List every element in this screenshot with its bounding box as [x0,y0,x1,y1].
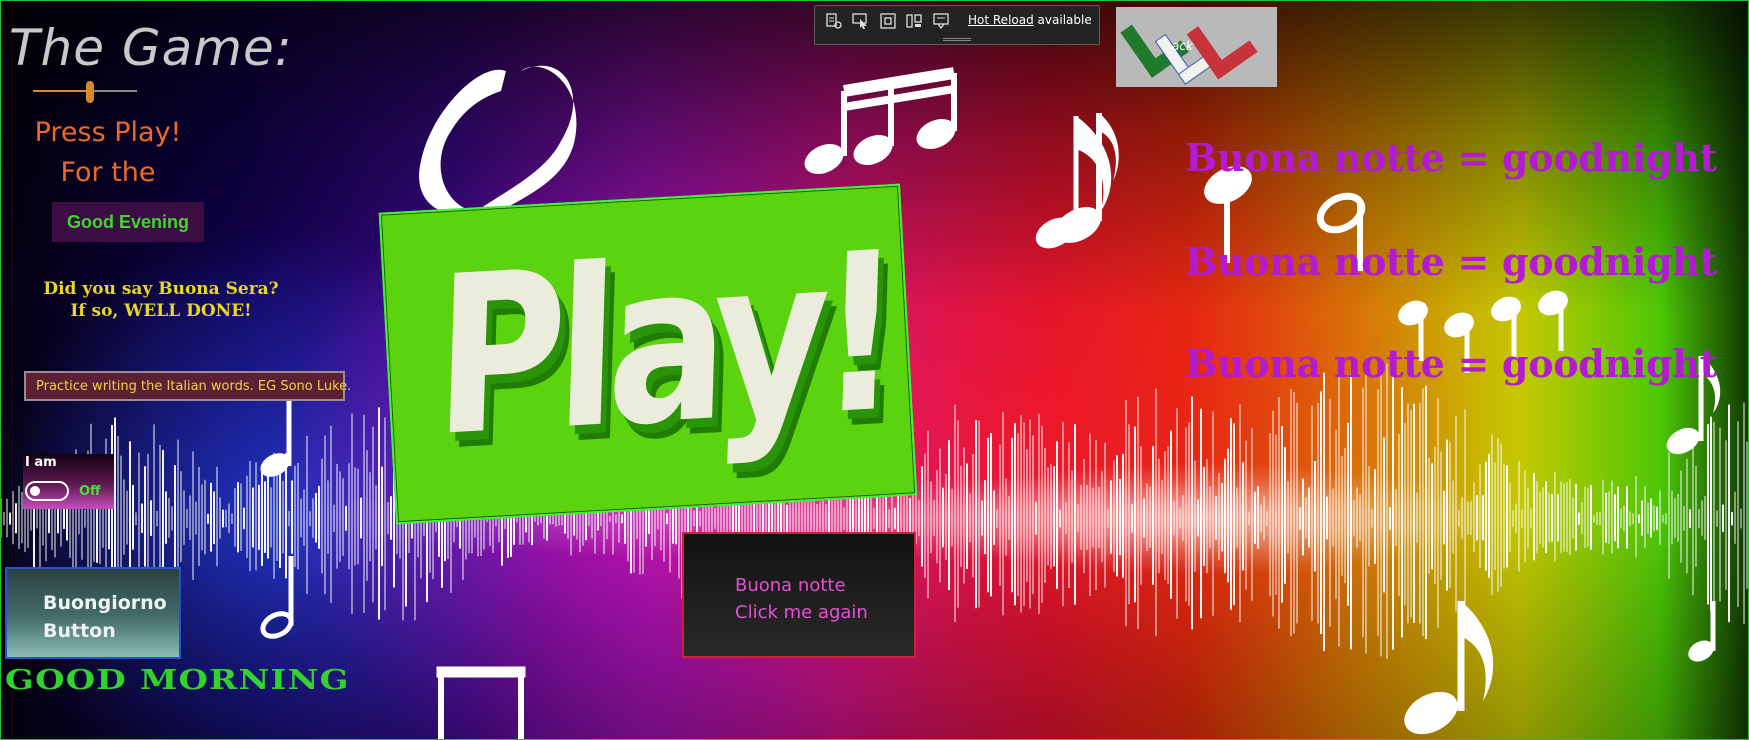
toggle-state-text: Off [79,484,101,499]
app-window: The Game: Press Play! For the answers Go… [0,0,1749,740]
music-note-graphic [1404,601,1494,735]
buongiorno-button[interactable]: Buongiorno Button [5,567,181,659]
binding-failures-icon[interactable] [931,11,951,31]
hot-reload-status: Hot Reload available [968,13,1092,27]
slider-fill [33,90,91,92]
buona-notte-button[interactable]: Buona notte Click me again [682,532,916,658]
i-am-toggle-switch: I am Off [23,454,114,509]
translation-text: Buona notte = goodnight [1185,341,1717,386]
music-note-graphic [1055,113,1119,243]
toolbar-drag-grip[interactable] [943,38,971,41]
volume-slider[interactable] [33,81,137,103]
music-note-graphic [916,118,956,150]
music-note-graphic [841,67,957,156]
buona-notte-button-label: Buona notte Click me again [735,575,868,623]
music-note-graphic [1688,601,1716,662]
good-morning-text: GOOD MORNING [5,665,350,696]
italian-flag-graphic [1120,24,1258,85]
translation-text: Buona notte = goodnight [1185,239,1717,284]
toggle-header: I am [25,455,57,470]
display-layout-adorners-icon[interactable] [878,11,898,31]
xaml-debug-toolbar: Hot Reload available ‹ [814,5,1100,45]
hot-reload-status-text: available [1037,13,1092,27]
music-note-graphic [1035,116,1112,249]
music-note-graphic [436,666,526,739]
select-element-icon[interactable] [851,11,871,31]
track-focus-icon[interactable] [904,11,924,31]
music-note-graphic [804,143,844,175]
italy-flag-letters-image[interactable]: ack [1116,7,1277,87]
flag-image-overlay-text: ack [1172,39,1193,53]
play-button[interactable]: Play! [378,183,918,525]
play-button-label: Play! [431,205,895,486]
live-visual-tree-icon[interactable] [824,11,844,31]
good-evening-button[interactable]: Good Evening [52,202,204,242]
buona-sera-feedback-text: Did you say Buona Sera? If so, WELL DONE… [43,279,279,321]
toggle-switch-control[interactable] [25,481,69,501]
music-note-graphic [260,556,294,639]
translation-text: Buona notte = goodnight [1185,135,1717,180]
game-title: The Game: [9,19,293,77]
slider-thumb[interactable] [86,81,95,103]
music-note-graphic [260,401,292,477]
hot-reload-link[interactable]: Hot Reload [968,13,1034,27]
practice-text-input[interactable]: Practice writing the Italian words. EG S… [24,371,351,401]
toggle-knob [30,486,40,496]
music-note-graphic [853,134,893,166]
collapse-toolbar-chevron-icon[interactable]: ‹ [1085,14,1090,28]
buongiorno-button-label: Buongiorno Button [43,592,167,642]
